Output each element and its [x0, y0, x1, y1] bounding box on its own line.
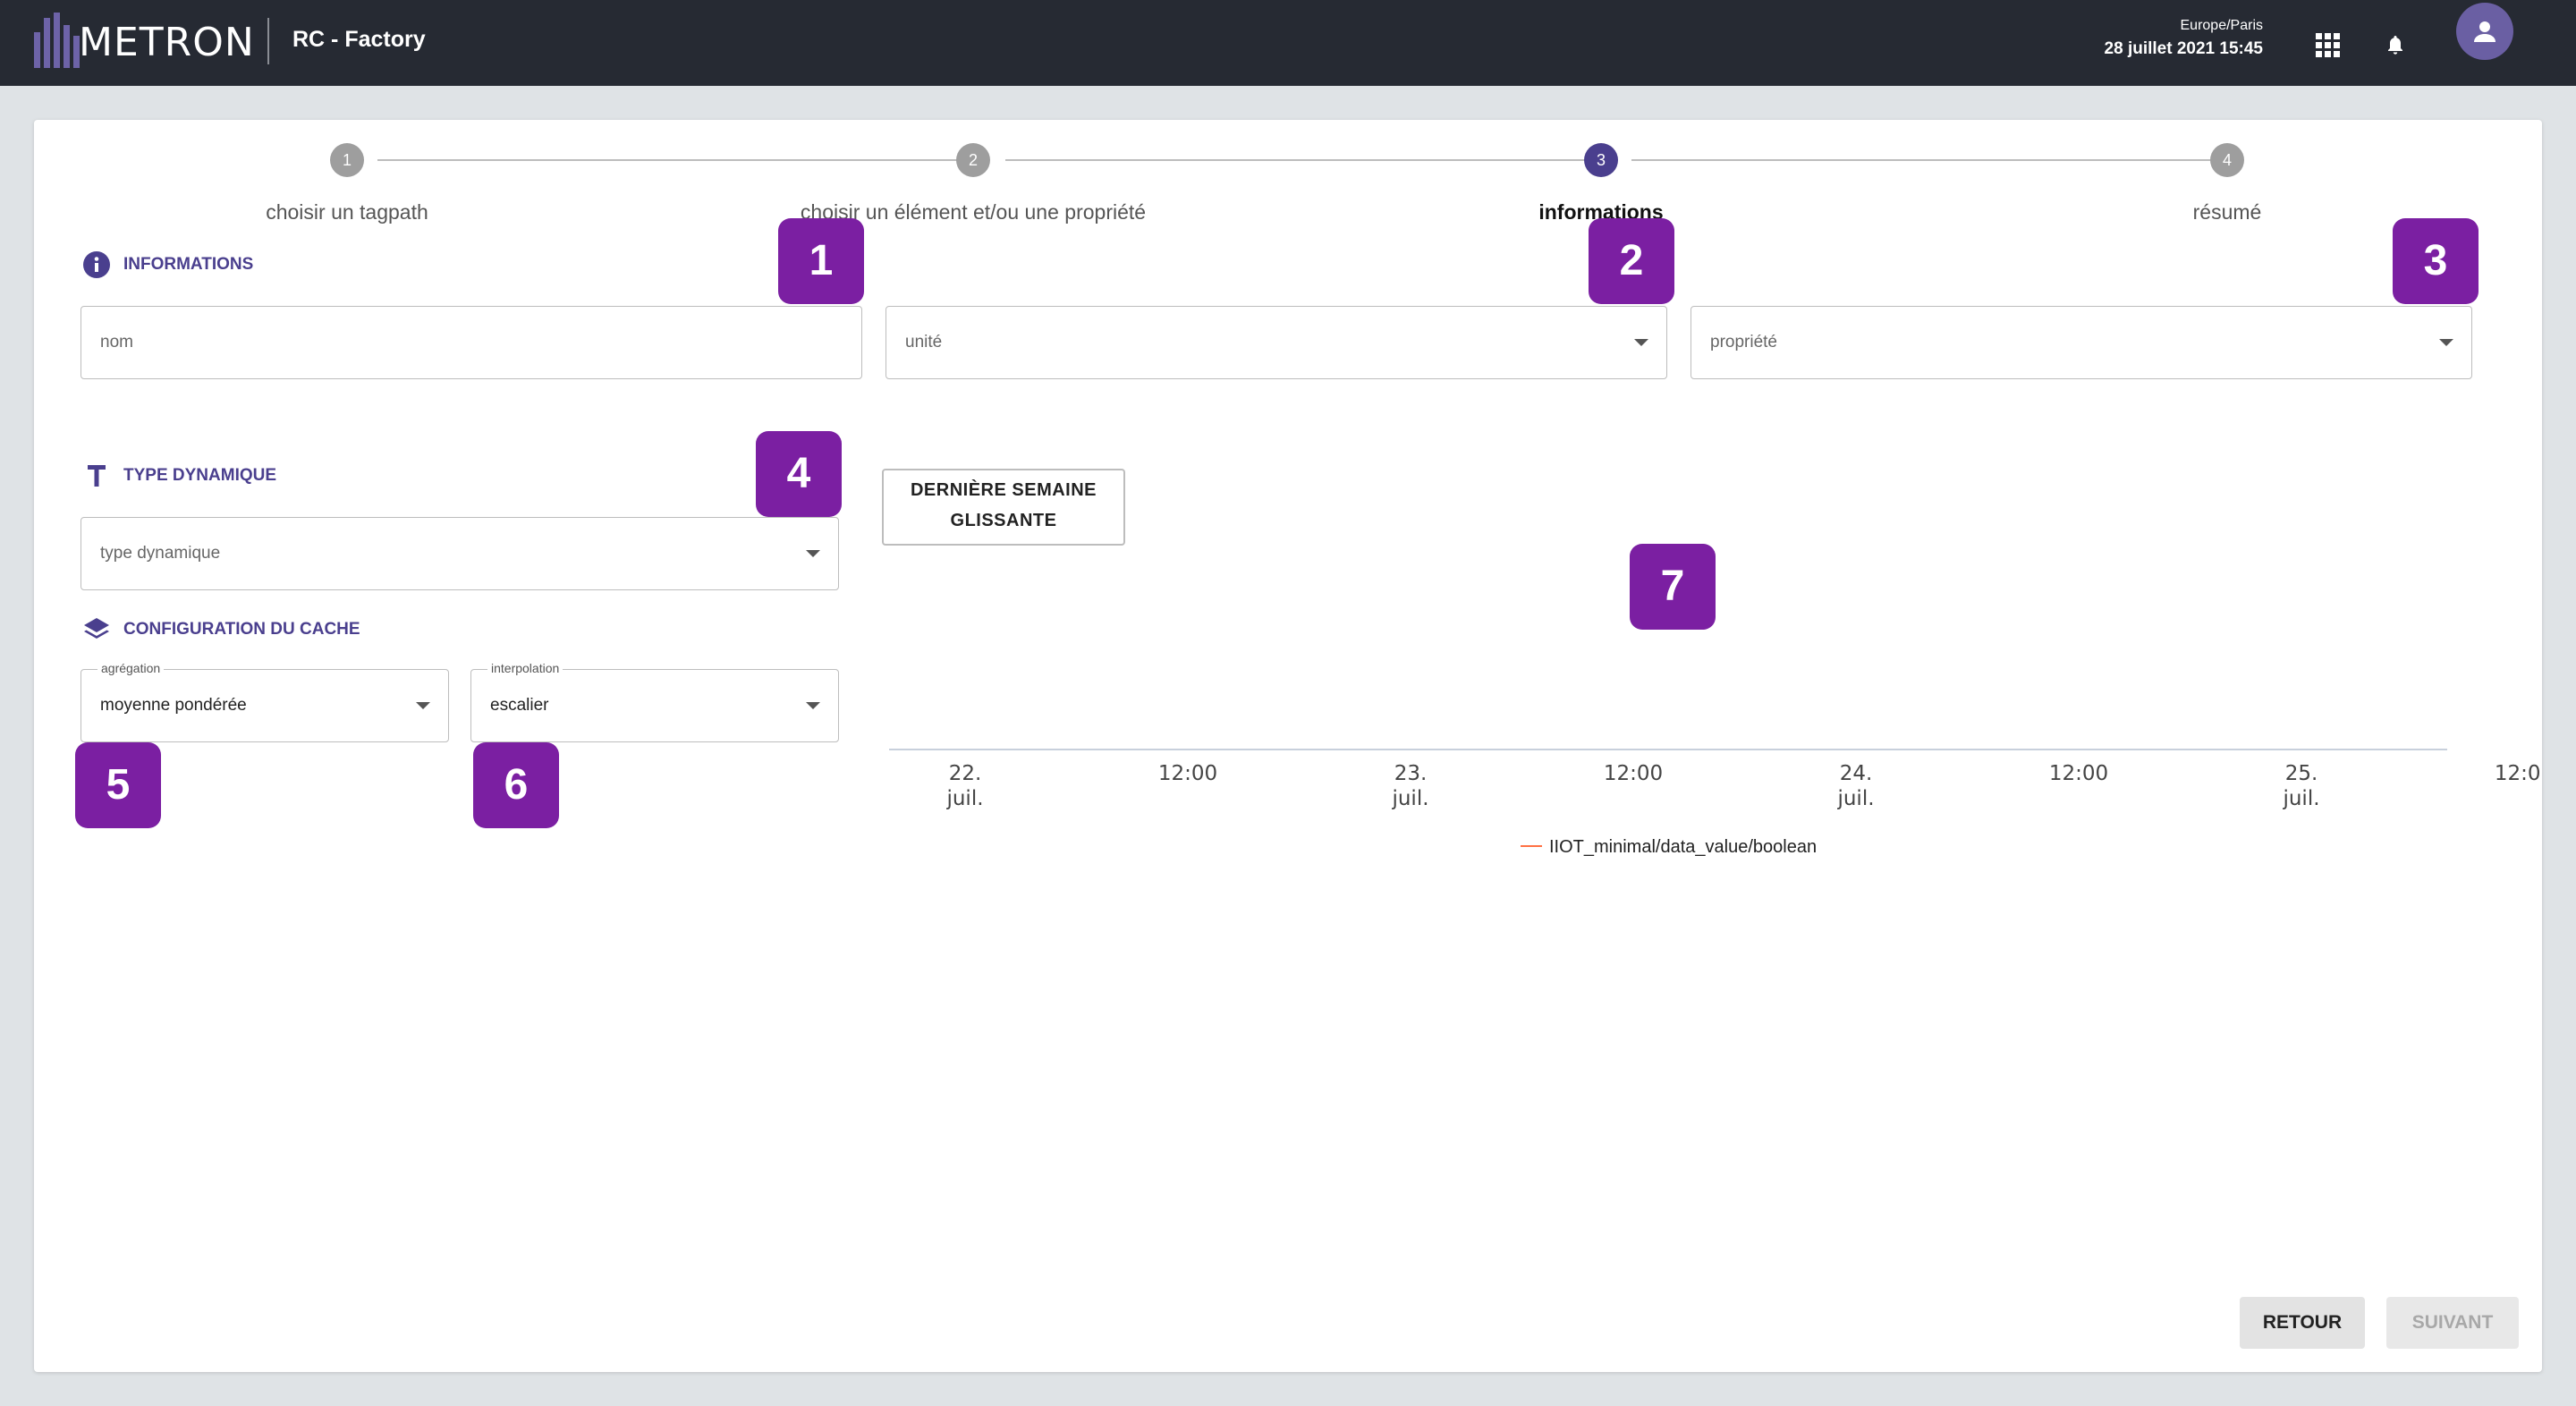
metron-logo[interactable]: METRON: [34, 11, 254, 68]
apps-grid-icon[interactable]: [2309, 27, 2345, 63]
retour-button[interactable]: RETOUR: [2240, 1297, 2365, 1349]
current-datetime: 28 juillet 2021 15:45: [2104, 39, 2263, 58]
wizard-card: 1 2 3 4 choisir un tagpath choisir un él…: [34, 120, 2542, 1372]
notifications-bell-icon[interactable]: [2377, 27, 2413, 63]
annotation-badge-7: 7: [1630, 544, 1716, 630]
timeseries-chart[interactable]: 22. juil. 12:00 23. juil. 12:00 24. juil. 12:00 2…: [34, 120, 2542, 1372]
x-tick-label: 22. juil.: [945, 762, 983, 810]
x-tick-label: 24. juil.: [1836, 762, 1874, 810]
logo-bars-icon: [34, 13, 80, 68]
top-app-bar: METRON RC - Factory Europe/Paris 28 juil…: [0, 0, 2576, 86]
annotation-badge-5: 5: [75, 742, 161, 828]
annotation-badge-6: 6: [473, 742, 559, 828]
user-avatar[interactable]: [2456, 3, 2513, 60]
x-tick-label: 12:00: [1604, 762, 1663, 785]
timezone-clock: Europe/Paris 28 juillet 2021 15:45: [2105, 18, 2263, 59]
annotation-badge-1: 1: [778, 218, 864, 304]
x-tick-label: 12:00: [1158, 762, 1217, 785]
x-tick-label: 12:00: [2495, 762, 2542, 785]
suivant-button[interactable]: SUIVANT: [2386, 1297, 2519, 1349]
legend-series-label[interactable]: IIOT_minimal/data_value/boolean: [1549, 837, 1817, 857]
annotation-badge-3: 3: [2393, 218, 2479, 304]
annotation-badge-4: 4: [756, 431, 842, 517]
timezone-label: Europe/Paris: [2180, 18, 2264, 33]
annotation-badge-2: 2: [1589, 218, 1674, 304]
header-divider: [267, 18, 269, 64]
x-tick-label: 12:00: [2049, 762, 2108, 785]
person-icon: [2474, 21, 2496, 42]
app-title: RC - Factory: [292, 27, 426, 52]
logo-text: METRON: [79, 20, 255, 65]
x-tick-label: 25. juil.: [2282, 762, 2319, 810]
x-tick-label: 23. juil.: [1391, 762, 1428, 810]
